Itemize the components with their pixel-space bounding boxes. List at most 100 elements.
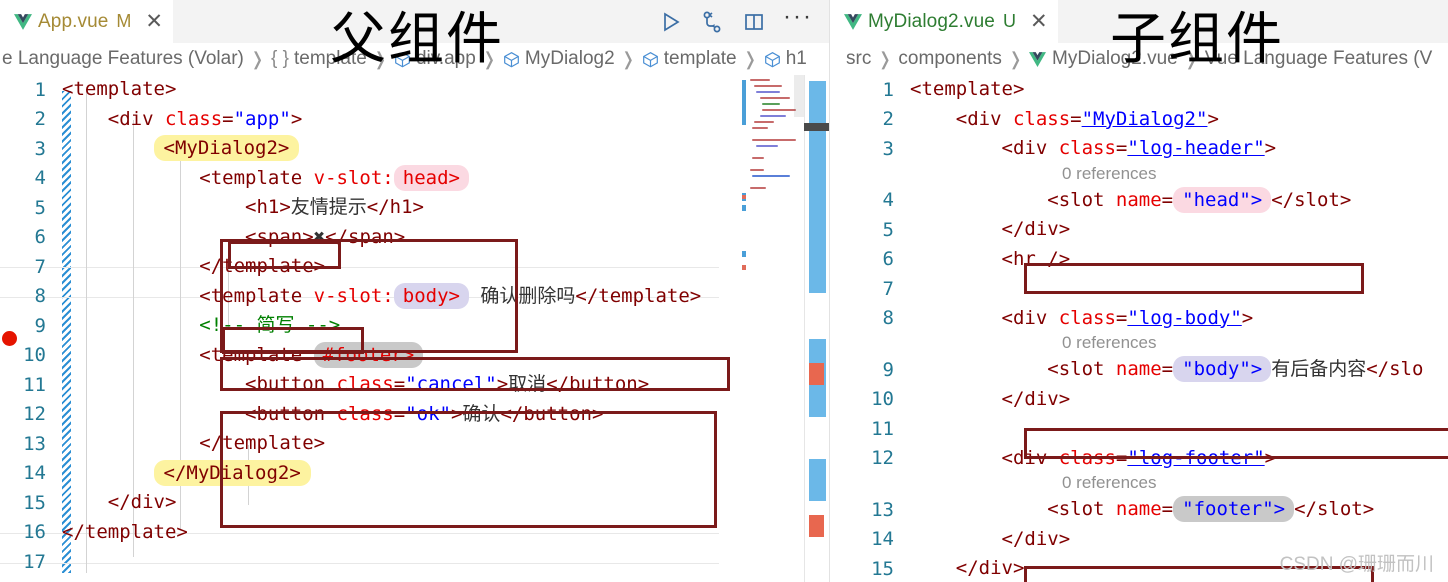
code-token: 取消 bbox=[508, 373, 547, 396]
minimap-slider[interactable] bbox=[794, 75, 804, 117]
breadcrumb-item-mydialog2[interactable]: MyDialog2 bbox=[501, 48, 617, 70]
code-token: </MyDialog2> bbox=[153, 459, 311, 486]
breadcrumb-item-src[interactable]: src bbox=[844, 48, 873, 70]
code-line[interactable]: 15 </div> bbox=[0, 488, 829, 518]
code-token: 确认 bbox=[462, 402, 501, 425]
code-line[interactable]: 3 <div class="log-header"> bbox=[830, 134, 1448, 164]
run-play-icon[interactable] bbox=[657, 9, 683, 35]
close-icon[interactable]: ✕ bbox=[1030, 11, 1048, 32]
code-text: </div> bbox=[62, 493, 177, 512]
code-token: = bbox=[393, 402, 406, 425]
code-line[interactable]: 2 <div class="MyDialog2"> bbox=[830, 105, 1448, 135]
code-token: </div> bbox=[910, 527, 1071, 550]
line-number: 3 bbox=[34, 137, 46, 160]
code-token: <template> bbox=[62, 78, 177, 101]
code-line[interactable]: 4 <template v-slot: head> bbox=[0, 164, 829, 194]
code-token: </div> bbox=[910, 387, 1071, 410]
tab-mydialog2-vue[interactable]: MyDialog2.vue U ✕ bbox=[830, 0, 1059, 43]
code-line[interactable]: 2 <div class="app"> bbox=[0, 105, 829, 135]
code-line[interactable]: 14 </MyDialog2> bbox=[0, 459, 829, 489]
minimap-line bbox=[752, 127, 768, 129]
code-text: </div> bbox=[910, 527, 1071, 550]
more-actions-icon[interactable]: ··· bbox=[783, 5, 813, 32]
breadcrumb-item-components[interactable]: components bbox=[896, 48, 1004, 70]
breadcrumb-item-template[interactable]: template bbox=[640, 48, 739, 70]
code-text: <div class="log-body"> bbox=[910, 306, 1254, 329]
codelens-references[interactable]: 0 references bbox=[1062, 473, 1448, 495]
code-token: </template> bbox=[575, 284, 702, 307]
code-token: name bbox=[1115, 498, 1162, 521]
code-line[interactable]: 13 </template> bbox=[0, 429, 829, 459]
overview-ruler[interactable] bbox=[804, 75, 829, 582]
code-editor-right[interactable]: 1 <template> 2 <div class="MyDialog2"> 3 <d… bbox=[830, 75, 1448, 582]
line-number: 1 bbox=[34, 78, 46, 101]
breadcrumb-item-div-app[interactable]: div.app bbox=[392, 48, 478, 70]
code-editor-left[interactable]: 1 <template> 2 <div class="app"> 3 <MyDialo… bbox=[0, 75, 829, 582]
code-token: </span> bbox=[325, 225, 406, 248]
tabbar-left: App.vue M ✕ ··· bbox=[0, 0, 829, 43]
minimap-gutter bbox=[742, 80, 746, 125]
code-line[interactable]: 5 </div> bbox=[830, 215, 1448, 245]
code-line[interactable]: 18<script> bbox=[0, 577, 829, 582]
breadcrumb-item-mydialog2-vue[interactable]: MyDialog2.vue bbox=[1027, 48, 1180, 70]
tab-app-vue[interactable]: App.vue M ✕ bbox=[0, 0, 175, 43]
code-line[interactable]: 17 bbox=[0, 547, 829, 577]
close-icon[interactable]: ✕ bbox=[145, 11, 163, 32]
scrollbar-segment[interactable] bbox=[809, 459, 826, 501]
code-line[interactable]: 9 <!-- 简写 --> bbox=[0, 311, 829, 341]
vue-logo-icon bbox=[1029, 51, 1047, 67]
breadcrumb-label: div.app bbox=[415, 48, 476, 69]
line-number: 5 bbox=[34, 196, 46, 219]
code-line[interactable]: 3 <MyDialog2> bbox=[0, 134, 829, 164]
split-editor-icon[interactable] bbox=[741, 9, 767, 35]
code-line[interactable]: 12 <div class="log-footer"> bbox=[830, 444, 1448, 474]
codelens-references[interactable]: 0 references bbox=[1062, 333, 1448, 355]
breadcrumb-label: h1 bbox=[785, 48, 807, 69]
minimap-line bbox=[762, 109, 796, 111]
code-token: <div bbox=[910, 107, 1013, 130]
code-line[interactable]: 10 </div> bbox=[830, 385, 1448, 415]
code-line[interactable]: 8 <template v-slot: body> 确认删除吗</template… bbox=[0, 282, 829, 312]
tab-untracked-badge: U bbox=[1002, 11, 1016, 31]
code-line[interactable]: 12 <button class="ok">确认</button> bbox=[0, 400, 829, 430]
error-marker[interactable] bbox=[809, 515, 824, 537]
breadcrumb-separator: ❭ bbox=[620, 48, 636, 69]
code-line[interactable]: 5 <h1>友情提示</h1> bbox=[0, 193, 829, 223]
codelens-references[interactable]: 0 references bbox=[1062, 164, 1448, 186]
code-line[interactable]: 10 <template #footer> bbox=[0, 341, 829, 371]
vue-logo-icon bbox=[14, 13, 32, 30]
source-control-icon[interactable] bbox=[699, 9, 725, 35]
breadcrumb-item-volar[interactable]: e Language Features (Volar) bbox=[0, 48, 246, 70]
minimap-line bbox=[756, 145, 778, 147]
code-line[interactable]: 7 bbox=[830, 274, 1448, 304]
code-line[interactable]: 6 <span>✖</span> bbox=[0, 223, 829, 253]
code-line[interactable]: 1 <template> bbox=[830, 75, 1448, 105]
minimap-line bbox=[756, 91, 780, 93]
code-line[interactable]: 13 <slot name= "footer"> </slot> bbox=[830, 495, 1448, 525]
code-line[interactable]: 7 </template> bbox=[0, 252, 829, 282]
code-text: <div class="log-footer"> bbox=[910, 448, 1277, 468]
code-line[interactable]: 6 <hr /> bbox=[830, 245, 1448, 275]
code-text: <template v-slot: head> bbox=[62, 164, 469, 191]
code-line[interactable]: 4 <slot name= "head"> </slot> bbox=[830, 186, 1448, 216]
line-number: 14 bbox=[871, 528, 894, 551]
minimap[interactable] bbox=[742, 75, 804, 582]
code-line[interactable]: 11 <button class="cancel">取消</button> bbox=[0, 370, 829, 400]
code-token: <div bbox=[910, 306, 1059, 329]
breadcrumb-item-template-root[interactable]: { } template bbox=[269, 48, 369, 70]
code-line[interactable]: 11 bbox=[830, 414, 1448, 444]
code-line[interactable]: 16 </template> bbox=[0, 518, 829, 548]
scrollbar-thumb[interactable] bbox=[809, 81, 826, 293]
code-token: </template> bbox=[62, 520, 188, 543]
breadcrumb-item-h1[interactable]: h1 bbox=[762, 48, 809, 70]
code-line[interactable]: 8 <div class="log-body"> bbox=[830, 304, 1448, 334]
error-marker[interactable] bbox=[809, 363, 824, 385]
breadcrumb-item-volar[interactable]: Vue Language Features (V bbox=[1203, 48, 1434, 70]
code-line[interactable]: 1 <template> bbox=[0, 75, 829, 105]
code-text: <template> bbox=[910, 80, 1024, 99]
vue-logo-icon bbox=[844, 13, 862, 30]
minimap-gutter bbox=[742, 251, 746, 257]
code-token: = bbox=[1161, 188, 1174, 211]
line-number: 16 bbox=[23, 521, 46, 544]
code-line[interactable]: 9 <slot name= "body"> 有后备内容</slo bbox=[830, 355, 1448, 385]
